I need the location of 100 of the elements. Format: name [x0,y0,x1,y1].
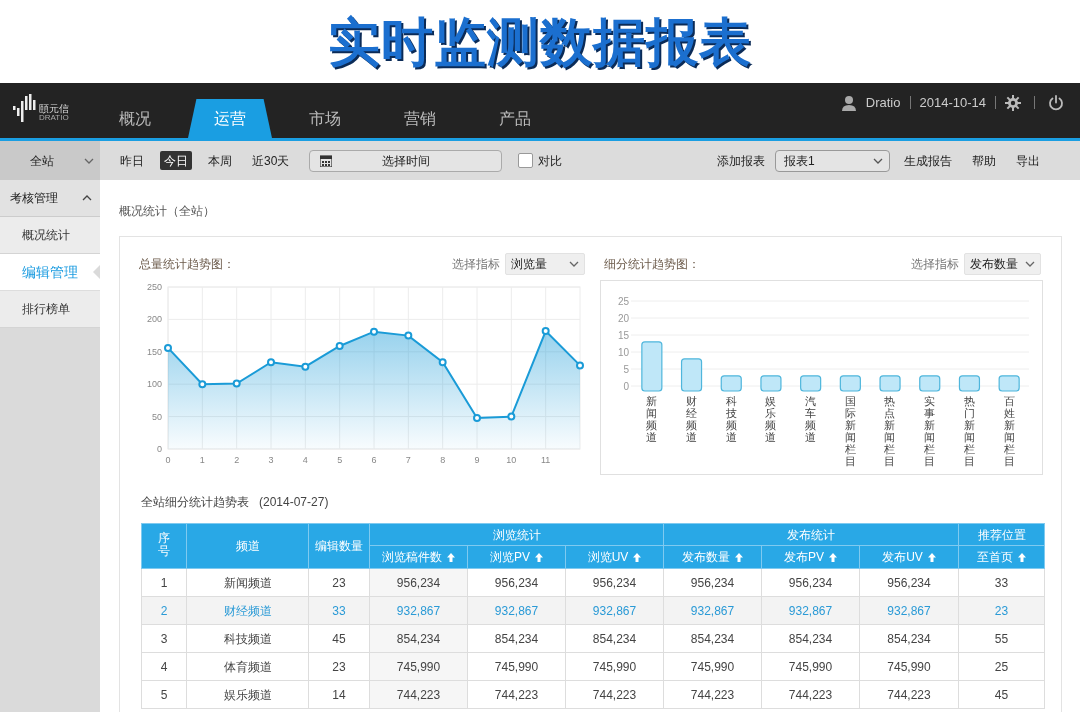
chevron-up-icon [82,195,92,201]
axis-tick-label: 0 [165,455,171,465]
table-cell: 财经频道 [186,596,309,625]
point [541,327,550,336]
sort-arrow-icon [927,552,936,562]
table-row[interactable]: 5 娱乐频道 14 744,223 744,223 744,223 744,223 744,223 744,223 45 [141,680,1045,709]
table-cell: 956,234 [369,568,468,597]
chevron-down-icon [569,261,579,267]
range-button[interactable]: 今日 [160,151,192,170]
nav-tab[interactable]: 概况 [93,99,177,138]
metric-select[interactable]: 浏览量 [505,253,585,275]
sidebar-item[interactable]: 概况统计 [0,217,100,254]
table-cell: 932,867 [859,596,959,625]
axis-tick-label: 250 [146,282,162,292]
toolbar-link[interactable]: 导出 [1016,151,1040,170]
range-button[interactable]: 近30天 [248,151,294,170]
range-button[interactable]: 昨日 [116,151,148,170]
axis-tick-label: 15 [617,330,629,341]
pointer-icon [93,265,100,279]
point [438,358,447,367]
user-icon [840,94,857,111]
breadcrumb: 概况统计（全站） [119,204,216,218]
logo-subtext: DRATIO [39,114,69,122]
column-group-header: 浏览统计 [369,523,664,546]
table-date: (2014-07-27) [259,494,329,511]
axis-tick-label: 2 [234,455,240,465]
table-row[interactable]: 1 新闻频道 23 956,234 956,234 956,234 956,234 956,234 956,234 33 [141,568,1045,597]
category-label: 汽车频道 [805,395,817,446]
sort-arrow-icon [535,552,543,562]
table-cell: 745,990 [663,652,762,681]
toolbar-link[interactable]: 生成报告 [904,151,952,170]
axis-tick-label: 11 [541,455,551,465]
table-cell: 854,234 [565,624,664,653]
axis-tick-label: 8 [440,455,446,465]
category-label: 娱乐频道 [765,395,777,446]
table-cell: 33 [958,568,1045,597]
user-name[interactable]: Dratio [865,92,901,113]
table-cell: 娱乐频道 [186,680,309,709]
metric-select[interactable]: 发布数量 [964,253,1041,275]
axis-tick-label: 10 [506,455,517,465]
date-picker-field[interactable]: 选择时间 [309,149,503,172]
category-label: 热点新闻栏目 [884,395,896,468]
table-cell: 新闻频道 [186,568,309,597]
axis-tick-label: 50 [152,411,162,422]
table-cell: 2 [141,596,187,625]
table-cell: 45 [958,680,1045,709]
compare-checkbox[interactable] [518,153,534,168]
category-label: 国际新闻栏目 [844,395,856,468]
report-select[interactable]: 报表1 [775,149,890,172]
table-cell: 854,234 [467,624,566,653]
category-label: 财经频道 [686,395,698,446]
axis-tick-label: 25 [617,296,629,307]
axis-tick-label: 4 [302,455,308,465]
nav-tab[interactable]: 营销 [378,99,462,138]
table-cell: 932,867 [663,596,762,625]
calendar-icon [320,154,333,167]
table-cell: 744,223 [859,680,959,709]
sort-arrow-icon [735,552,743,562]
toolbar-link[interactable]: 帮助 [972,151,996,170]
table-cell: 23 [308,568,370,597]
table-cell: 科技频道 [186,624,309,653]
table-cell: 932,867 [467,596,566,625]
site-select[interactable]: 全站 [0,141,100,180]
table-cell: 45 [308,624,370,653]
sidebar-item[interactable]: 排行榜单 [0,291,100,328]
table-cell: 744,223 [761,680,860,709]
point [301,362,310,371]
table-cell: 956,234 [663,568,762,597]
table-cell: 744,223 [565,680,664,709]
table-cell: 体育频道 [186,652,309,681]
date-text: 2014-10-14 [919,93,986,112]
point [335,341,344,350]
table-cell: 14 [308,680,370,709]
point [198,380,207,389]
chevron-down-icon [873,157,883,164]
table-cell: 932,867 [761,596,860,625]
table-cell: 956,234 [565,568,664,597]
point [507,412,516,421]
table-row[interactable]: 3 科技频道 45 854,234 854,234 854,234 854,234 854,234 854,234 55 [141,624,1045,653]
table-row[interactable]: 4 体育频道 23 745,990 745,990 745,990 745,990 745,990 745,990 25 [141,652,1045,681]
axis-tick-label: 150 [146,346,162,357]
table-title: 全站细分统计趋势表 [141,494,249,511]
logo-text: 頤元信 [39,104,69,114]
slide-title: 实时监测数据报表 [328,15,752,68]
settings-icon[interactable] [1005,94,1021,111]
axis-tick-label: 20 [617,313,629,324]
range-button[interactable]: 本周 [204,151,236,170]
table-cell: 745,990 [467,652,566,681]
table-cell: 745,990 [369,652,468,681]
table-cell: 3 [141,624,187,653]
nav-tab[interactable]: 产品 [473,99,557,138]
table-cell: 744,223 [369,680,468,709]
power-icon[interactable] [1048,94,1064,111]
table-cell: 5 [141,680,187,709]
axis-tick-label: 10 [617,347,629,358]
table-cell: 33 [308,596,370,625]
sidebar-section-header[interactable]: 考核管理 [0,180,100,217]
axis-tick-label: 5 [337,455,343,465]
axis-tick-label: 3 [268,455,274,465]
nav-tab[interactable]: 市场 [283,99,367,138]
